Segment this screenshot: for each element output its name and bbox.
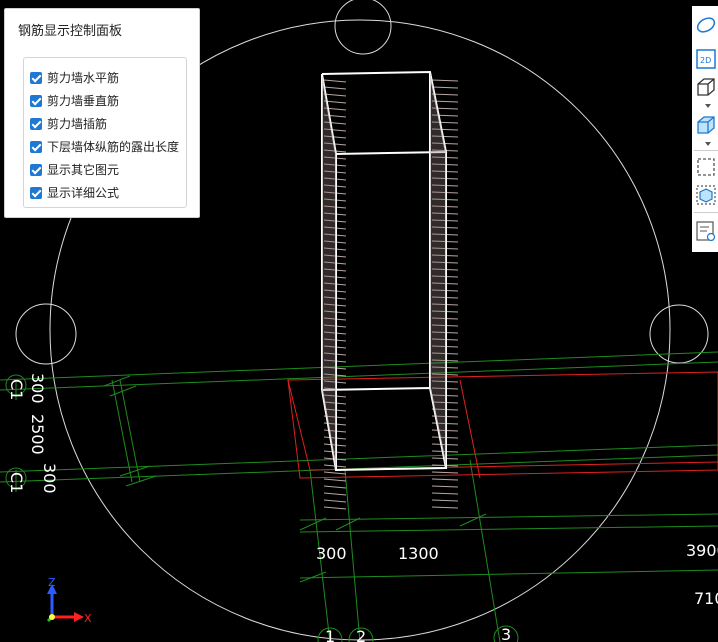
checkbox-lower-wall-exposure[interactable] — [30, 140, 42, 153]
slab-outline — [287, 371, 718, 479]
rebar-tick — [431, 478, 459, 481]
rebar-tick — [323, 471, 347, 475]
rebar-tick — [323, 86, 347, 90]
checkbox-shear-wall-dowel[interactable] — [30, 117, 42, 130]
dashed-select-icon[interactable] — [695, 156, 717, 178]
2d-view-icon[interactable]: 2D — [695, 48, 717, 70]
grid-label-3: 3 — [501, 625, 511, 642]
panel-title: 钢筋显示控制面板 — [18, 24, 123, 39]
grid-label-c-top: C1 — [7, 379, 26, 400]
rebar-tick — [323, 79, 347, 83]
grid-label-1: 1 — [325, 627, 335, 642]
rebar-tick — [323, 492, 347, 496]
checkbox-show-other-elements[interactable] — [30, 163, 42, 176]
view-toolbar: 2D — [692, 6, 718, 252]
option-show-detailed-formula[interactable]: 显示详细公式 — [30, 181, 186, 204]
dim-left-300-bottom: 300 — [40, 463, 59, 494]
option-list: 剪力墙水平筋 剪力墙垂直筋 剪力墙插筋 下层墙体纵筋的露出长度 显示其它图元 显… — [23, 57, 187, 208]
option-label: 剪力墙水平筋 — [47, 71, 120, 85]
dim-bottom-300: 300 — [316, 544, 347, 563]
solid-box-dropdown-icon[interactable] — [705, 142, 711, 146]
option-label: 剪力墙垂直筋 — [47, 94, 120, 108]
option-shear-wall-horizontal[interactable]: 剪力墙水平筋 — [30, 66, 186, 89]
select-3d-icon[interactable] — [695, 184, 717, 206]
properties-view-icon[interactable] — [695, 220, 717, 242]
axis-label-z: Z — [48, 576, 56, 589]
checkbox-shear-wall-vertical[interactable] — [30, 94, 42, 107]
solid-box-icon[interactable] — [695, 114, 717, 136]
box-view-dropdown-icon[interactable] — [705, 104, 711, 108]
toolbar-divider — [694, 212, 718, 213]
option-label: 剪力墙插筋 — [47, 117, 108, 131]
dim-left-300-top: 300 — [28, 373, 47, 404]
rebar-tick — [431, 485, 459, 488]
rebar-tick — [323, 506, 347, 510]
rebar-tick — [323, 499, 347, 503]
rebar-tick — [431, 86, 459, 89]
toolbar-divider — [694, 150, 718, 151]
box-view-icon[interactable] — [695, 76, 717, 98]
dim-right-3900: 3900 — [686, 541, 718, 560]
option-shear-wall-dowel[interactable]: 剪力墙插筋 — [30, 112, 186, 135]
axis-label-x: X — [84, 612, 92, 625]
rebar-display-panel: 钢筋显示控制面板 剪力墙水平筋 剪力墙垂直筋 剪力墙插筋 下层墙体纵筋的露出长度… — [4, 8, 200, 218]
grid-label-2: 2 — [356, 627, 366, 642]
dim-right-710: 710 — [694, 589, 718, 608]
orbit-icon[interactable] — [695, 14, 717, 36]
rebar-tick — [431, 93, 459, 96]
rebar-tick — [431, 506, 459, 509]
grid-label-c-bottom: C1 — [7, 472, 26, 493]
dim-left-2500: 2500 — [28, 414, 47, 455]
axis-triad: Z X — [46, 576, 92, 625]
option-lower-wall-exposure[interactable]: 下层墙体纵筋的露出长度 — [30, 135, 186, 158]
option-label: 显示详细公式 — [47, 186, 120, 200]
dim-bottom-1300: 1300 — [398, 544, 439, 563]
rebar-tick — [431, 492, 459, 495]
rebar-tick — [431, 499, 459, 502]
rebar-tick — [323, 485, 347, 489]
checkbox-shear-wall-horizontal[interactable] — [30, 71, 42, 84]
option-shear-wall-vertical[interactable]: 剪力墙垂直筋 — [30, 89, 186, 112]
rebar-tick — [431, 471, 459, 474]
checkbox-show-detailed-formula[interactable] — [30, 186, 42, 199]
rebar-tick — [323, 93, 347, 97]
option-label: 显示其它图元 — [47, 163, 120, 177]
option-label: 下层墙体纵筋的露出长度 — [47, 140, 180, 154]
rebar-tick — [323, 478, 347, 482]
grid-lines — [0, 351, 718, 642]
rebar-tick — [431, 79, 459, 82]
option-show-other-elements[interactable]: 显示其它图元 — [30, 158, 186, 181]
2d-view-label: 2D — [700, 56, 711, 65]
